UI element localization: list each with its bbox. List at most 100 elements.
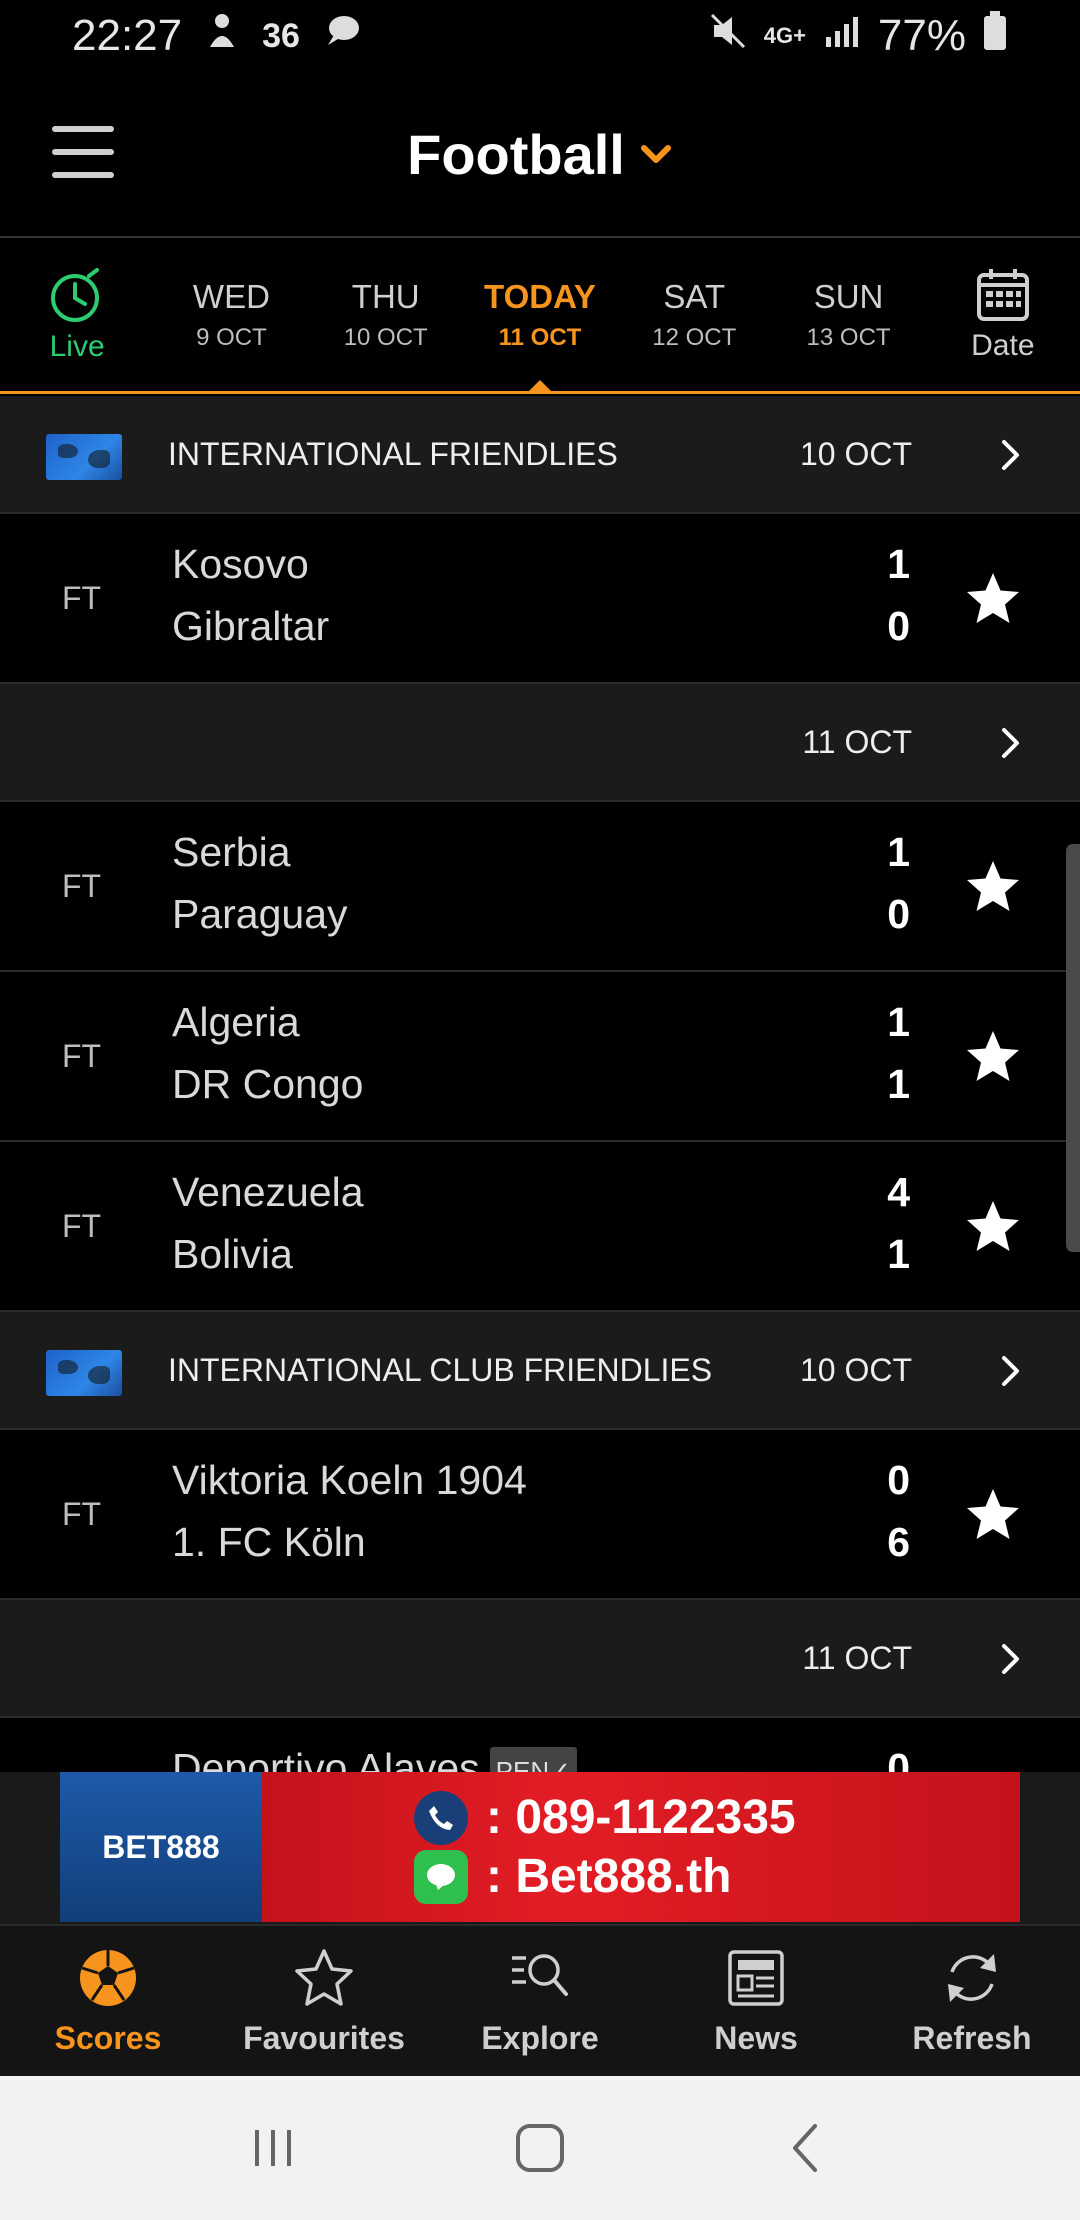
match-list[interactable]: INTERNATIONAL FRIENDLIES 10 OCT FT Kosov… bbox=[0, 396, 1080, 1772]
tab-day: TODAY bbox=[484, 277, 596, 315]
away-team: Bolivia bbox=[172, 1231, 293, 1277]
tab-day: WED bbox=[192, 277, 270, 315]
world-flag-icon bbox=[46, 434, 122, 480]
nav-favourites[interactable]: Favourites bbox=[216, 1926, 432, 2076]
stopwatch-icon bbox=[51, 267, 100, 322]
star-icon[interactable] bbox=[964, 858, 1022, 916]
match-status: FT bbox=[62, 1207, 102, 1244]
nav-label: Favourites bbox=[243, 2019, 405, 2056]
away-team: DR Congo bbox=[172, 1061, 364, 1107]
chevron-right-icon bbox=[1002, 1356, 1019, 1386]
match-status: FT bbox=[62, 867, 102, 904]
away-team: Gibraltar bbox=[172, 603, 330, 649]
ad-brand-logo: BET888 bbox=[60, 1772, 262, 1922]
away-score: 1 bbox=[887, 1231, 910, 1277]
battery-level: 77% bbox=[877, 11, 966, 60]
nav-scores[interactable]: Scores bbox=[0, 1926, 216, 2076]
star-icon[interactable] bbox=[964, 1486, 1022, 1544]
date-group-header[interactable]: 11 OCT bbox=[0, 1600, 1080, 1718]
away-score: 6 bbox=[887, 1519, 910, 1565]
league-header[interactable]: INTERNATIONAL CLUB FRIENDLIES 10 OCT bbox=[0, 1312, 1080, 1430]
chevron-right-icon bbox=[1002, 728, 1019, 758]
back-icon[interactable] bbox=[777, 2118, 837, 2178]
home-team: Algeria bbox=[172, 999, 300, 1045]
date-group-header[interactable]: 11 OCT bbox=[0, 684, 1080, 802]
tab-date: 10 OCT bbox=[343, 323, 428, 351]
nav-label: Explore bbox=[481, 2019, 599, 2056]
home-team: Serbia bbox=[172, 829, 291, 875]
bottom-nav: Scores Favourites Explore News Refresh bbox=[0, 1924, 1080, 2076]
tab-today[interactable]: TODAY 11 OCT bbox=[463, 238, 617, 394]
star-icon[interactable] bbox=[964, 1198, 1022, 1256]
world-flag-icon bbox=[46, 1350, 122, 1396]
league-date: 10 OCT bbox=[799, 1351, 912, 1388]
tab-wed[interactable]: WED 9 OCT bbox=[154, 238, 308, 391]
nav-refresh[interactable]: Refresh bbox=[864, 1926, 1080, 2076]
status-bar: 22:27 36 4G+ 77% bbox=[0, 0, 1080, 72]
calendar-icon bbox=[976, 268, 1029, 321]
nav-explore[interactable]: Explore bbox=[432, 1926, 648, 2076]
status-time: 22:27 bbox=[72, 11, 183, 60]
home-team: Viktoria Koeln 1904 bbox=[172, 1457, 527, 1503]
battery-icon bbox=[982, 10, 1008, 63]
away-team: 1. FC Köln bbox=[172, 1519, 366, 1565]
league-name: INTERNATIONAL CLUB FRIENDLIES bbox=[168, 1351, 713, 1388]
away-score: 0 bbox=[887, 891, 910, 937]
chevron-down-icon bbox=[640, 145, 671, 163]
ad-phone-text: : 089-1122335 bbox=[486, 1791, 796, 1844]
tab-live[interactable]: Live bbox=[0, 238, 154, 391]
tab-date: 9 OCT bbox=[196, 323, 267, 351]
notification-icon bbox=[204, 11, 240, 62]
away-team: Paraguay bbox=[172, 891, 348, 937]
match-row[interactable]: FT Kosovo Gibraltar 1 0 bbox=[0, 514, 1080, 684]
explore-search-icon bbox=[512, 1953, 568, 1996]
star-icon[interactable] bbox=[964, 1028, 1022, 1086]
tab-day: SUN bbox=[813, 277, 884, 315]
network-type: 4G+ bbox=[763, 23, 806, 48]
match-row[interactable]: FT Viktoria Koeln 1904 1. FC Köln 0 6 bbox=[0, 1430, 1080, 1600]
league-date: 11 OCT bbox=[802, 723, 912, 760]
tab-day: THU bbox=[351, 277, 420, 315]
tab-live-label: Live bbox=[49, 329, 105, 363]
nav-news[interactable]: News bbox=[648, 1926, 864, 2076]
hamburger-menu-icon[interactable] bbox=[52, 126, 114, 178]
match-row[interactable]: Deportivo Alaves PEN✓ 0 bbox=[0, 1718, 1080, 1772]
app-header: Football bbox=[0, 72, 1080, 238]
soccer-ball-icon bbox=[80, 1949, 136, 2006]
tab-sun[interactable]: SUN 13 OCT bbox=[771, 238, 925, 391]
match-row[interactable]: FT Algeria DR Congo 1 1 bbox=[0, 972, 1080, 1142]
page-title: Football bbox=[407, 122, 625, 186]
nav-label: News bbox=[714, 2019, 798, 2056]
tab-thu[interactable]: THU 10 OCT bbox=[309, 238, 463, 391]
league-date: 10 OCT bbox=[799, 435, 912, 472]
date-tabs: Live WED 9 OCT THU 10 OCT TODAY 11 OCT S… bbox=[0, 238, 1080, 394]
match-row[interactable]: FT Serbia Paraguay 1 0 bbox=[0, 802, 1080, 972]
system-nav-bar bbox=[0, 2076, 1080, 2220]
home-team-row: Deportivo Alaves PEN✓ bbox=[172, 1744, 577, 1772]
star-icon[interactable] bbox=[964, 570, 1022, 628]
tab-sat[interactable]: SAT 12 OCT bbox=[617, 238, 771, 391]
refresh-icon bbox=[948, 1953, 996, 2002]
home-score: 1 bbox=[887, 829, 910, 875]
ad-line-text: : Bet888.th bbox=[486, 1850, 732, 1903]
tab-date-picker[interactable]: Date bbox=[926, 238, 1080, 391]
league-date: 11 OCT bbox=[802, 1639, 912, 1676]
line-app-icon bbox=[414, 1849, 468, 1904]
nav-label: Refresh bbox=[912, 2019, 1032, 2056]
tab-day: SAT bbox=[663, 277, 726, 315]
ad-banner[interactable]: BET888 : 089-1122335 : Bet888.th bbox=[0, 1772, 1080, 1924]
home-icon[interactable] bbox=[510, 2118, 570, 2178]
match-row[interactable]: FT Venezuela Bolivia 4 1 bbox=[0, 1142, 1080, 1312]
away-score: 0 bbox=[887, 603, 910, 649]
match-status: FT bbox=[62, 579, 102, 616]
scrollbar[interactable] bbox=[1066, 844, 1080, 1252]
chat-icon bbox=[322, 11, 362, 62]
recent-apps-icon[interactable] bbox=[243, 2118, 303, 2178]
away-score: 1 bbox=[887, 1061, 910, 1107]
league-header[interactable]: INTERNATIONAL FRIENDLIES 10 OCT bbox=[0, 396, 1080, 514]
home-score: 0 bbox=[887, 1745, 910, 1772]
phone-icon bbox=[414, 1790, 468, 1845]
chevron-right-icon bbox=[1002, 440, 1019, 470]
sport-selector[interactable]: Football bbox=[407, 122, 673, 187]
home-team: Kosovo bbox=[172, 541, 309, 587]
